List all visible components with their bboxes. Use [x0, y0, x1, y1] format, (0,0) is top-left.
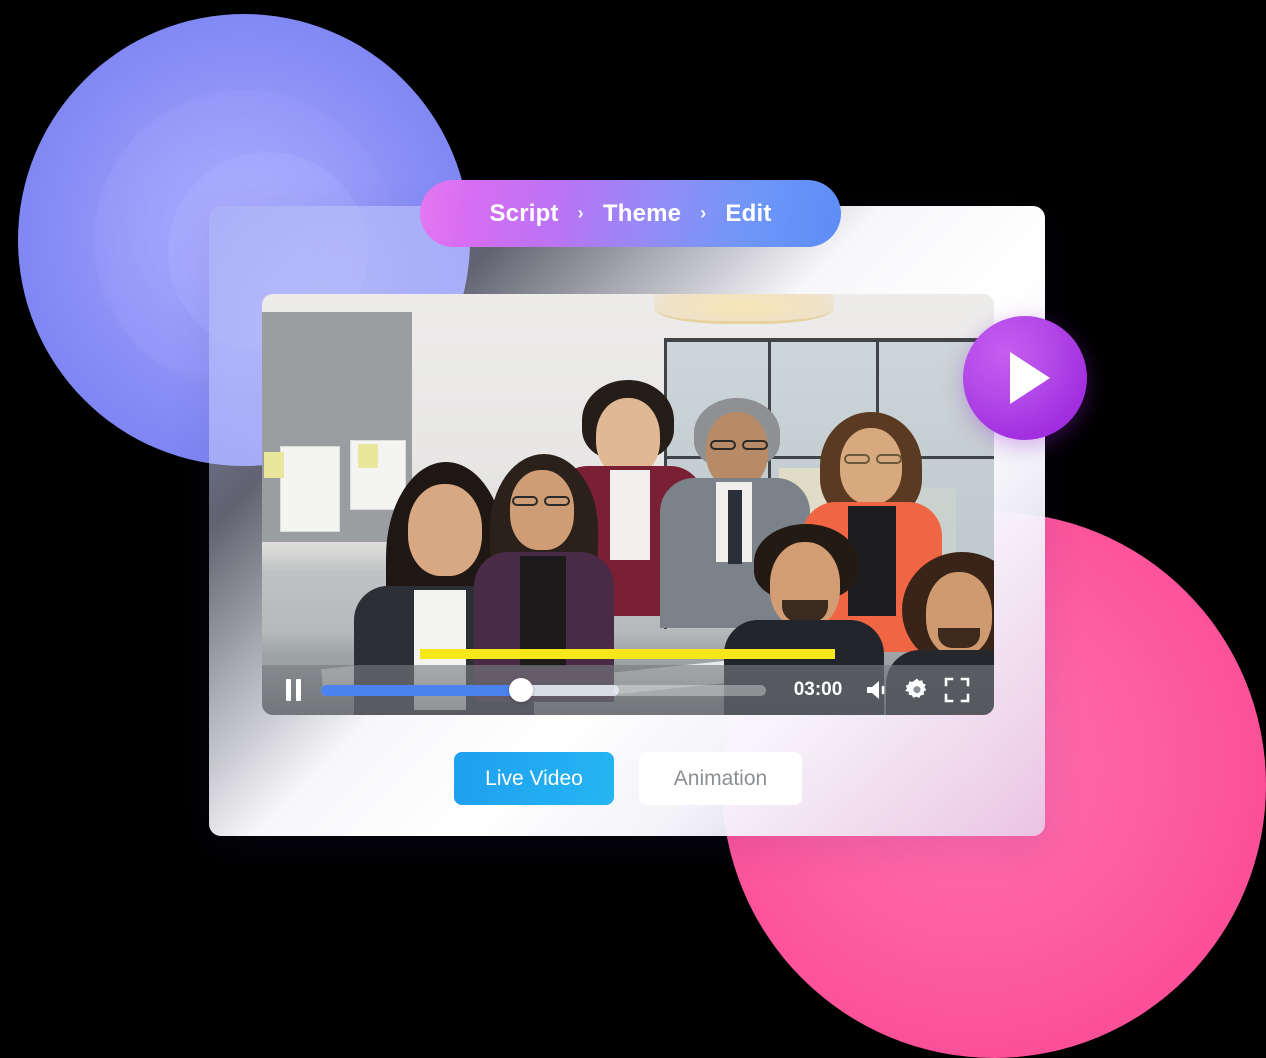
- tab-animation[interactable]: Animation: [639, 752, 802, 805]
- chevron-right-icon: ›: [577, 203, 584, 223]
- title-card-accent-bar: [420, 649, 835, 659]
- play-button[interactable]: [963, 316, 1087, 440]
- mode-tabs: Live Video Animation: [454, 752, 802, 805]
- breadcrumb-step-theme[interactable]: Theme: [603, 200, 681, 228]
- volume-icon[interactable]: [864, 678, 890, 702]
- breadcrumb-step-script[interactable]: Script: [489, 200, 558, 228]
- chevron-right-icon: ›: [700, 203, 707, 223]
- pause-button[interactable]: [286, 679, 301, 701]
- progress-handle[interactable]: [509, 678, 534, 702]
- play-icon: [1010, 352, 1050, 404]
- tab-live-video[interactable]: Live Video: [454, 752, 614, 805]
- video-controls-bar: 03:00: [262, 665, 994, 715]
- fullscreen-icon[interactable]: [944, 677, 970, 703]
- breadcrumb: Script › Theme › Edit: [420, 180, 841, 247]
- breadcrumb-step-edit[interactable]: Edit: [725, 200, 771, 228]
- gear-icon[interactable]: [904, 677, 930, 703]
- time-display: 03:00: [793, 679, 843, 700]
- video-player[interactable]: Magneta Business Review Meetup - 2023 03…: [262, 294, 994, 715]
- progress-bar[interactable]: [321, 678, 766, 702]
- progress-fill: [321, 684, 522, 696]
